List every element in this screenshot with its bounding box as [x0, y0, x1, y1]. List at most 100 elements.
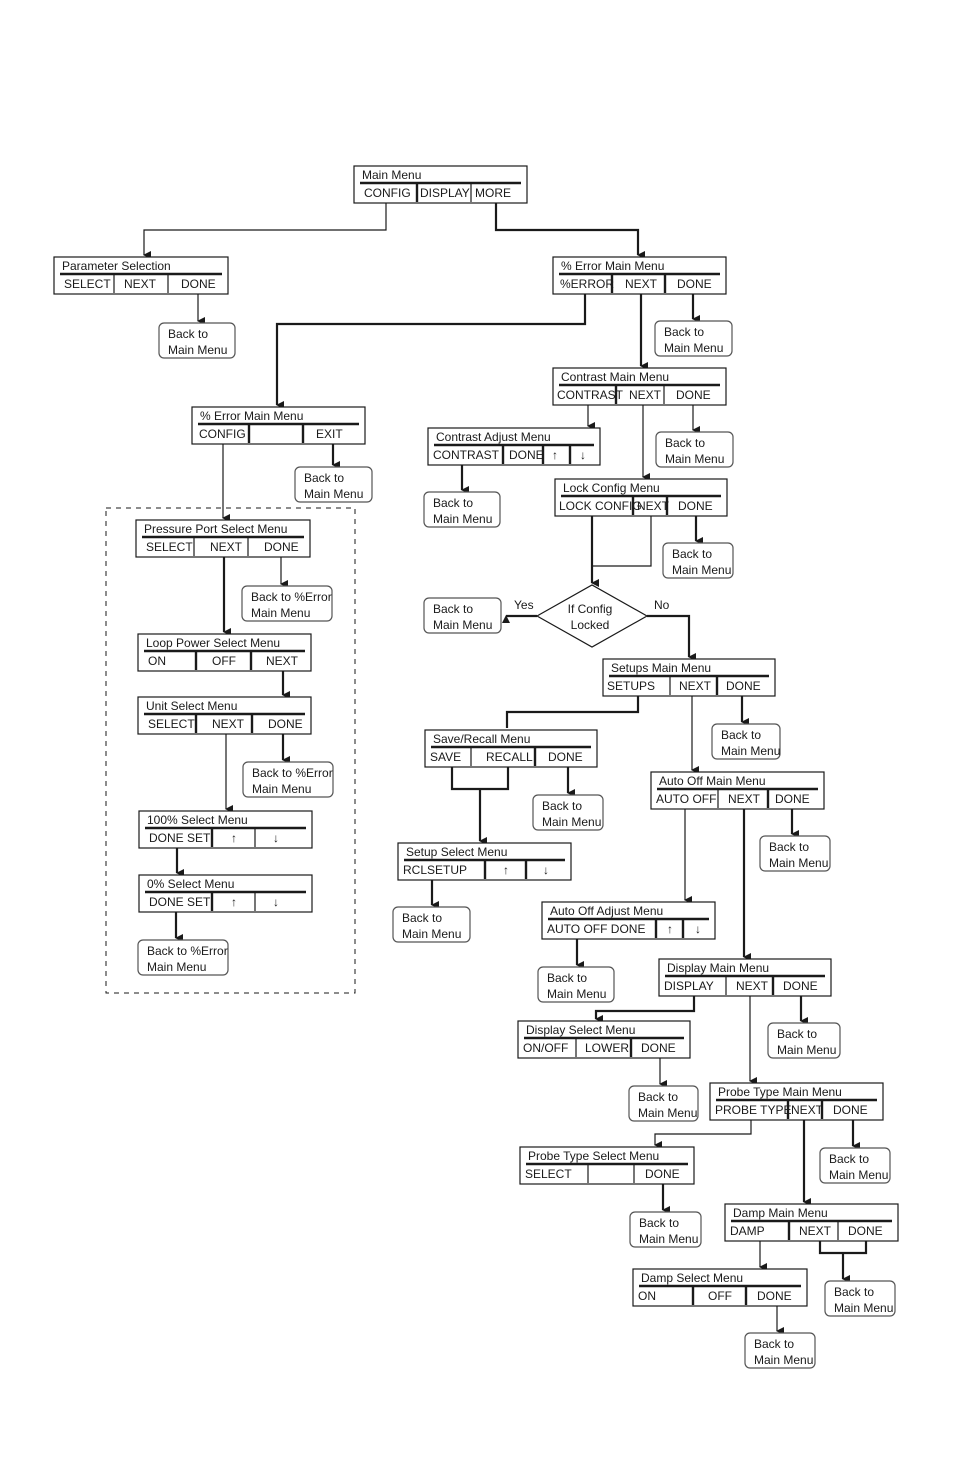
menu-option[interactable]: DONE	[757, 1289, 792, 1303]
menu-option[interactable]: SELECT	[525, 1167, 572, 1181]
connector-line	[450, 767, 510, 791]
menu-option[interactable]: RCLSETUP	[403, 863, 467, 877]
back-to-error-menu[interactable]: Back to %Error Main Menu	[241, 585, 333, 622]
menu-option[interactable]: DONE	[783, 979, 818, 993]
menu-option[interactable]: NEXT	[736, 979, 769, 993]
menu-option[interactable]: PROBE TYPE	[715, 1103, 791, 1117]
menu-option[interactable]: NEXT	[728, 792, 761, 806]
menu-option[interactable]: ↓	[543, 863, 549, 877]
back-to-main-menu[interactable]: Back to Main Menu	[423, 491, 501, 528]
back-label-line2: Main Menu	[547, 987, 606, 1001]
menu-option[interactable]: OFF	[708, 1289, 732, 1303]
menu-option[interactable]: ↑	[503, 863, 509, 877]
menu-option[interactable]: DONE SET	[149, 895, 211, 909]
back-to-main-menu[interactable]: Back to Main Menu	[662, 542, 734, 579]
back-to-main-menu[interactable]: Back to Main Menu	[767, 1022, 841, 1059]
menu-option[interactable]: ↑	[667, 922, 673, 936]
menu-option[interactable]: CONTRAST	[433, 448, 500, 462]
menu-title: Damp Select Menu	[641, 1271, 743, 1285]
menu-option[interactable]: NEXT	[629, 388, 662, 402]
menu-option[interactable]: RECALL	[486, 750, 533, 764]
menu-title: Display Select Menu	[526, 1023, 635, 1037]
menu-option[interactable]: SELECT	[148, 717, 195, 731]
menu-option[interactable]: ↓	[273, 895, 279, 909]
menu-option[interactable]: DONE	[645, 1167, 680, 1181]
menu-option[interactable]: ON	[638, 1289, 656, 1303]
back-to-main-menu[interactable]: Back to Main Menu	[744, 1332, 816, 1369]
menu-option[interactable]: ↓	[580, 448, 586, 462]
menu-option[interactable]: DONE	[775, 792, 810, 806]
menu-option[interactable]: DONE	[848, 1224, 883, 1238]
menu-option[interactable]: AUTO OFF	[656, 792, 716, 806]
menu-option[interactable]: DONE	[677, 277, 712, 291]
menu-option[interactable]: DONE	[548, 750, 583, 764]
menu-option[interactable]: DONE	[676, 388, 711, 402]
menu-option[interactable]: NEXT	[625, 277, 658, 291]
menu-title: Setups Main Menu	[611, 661, 711, 675]
back-to-main-menu[interactable]: Back to Main Menu	[294, 466, 373, 503]
menu-option[interactable]: NEXT	[124, 277, 157, 291]
menu-option[interactable]: DONE	[264, 540, 299, 554]
menu-option[interactable]: DISPLAY	[664, 979, 714, 993]
menu-box-main: Main Menu CONFIG DISPLAY MORE	[353, 165, 528, 204]
back-to-main-menu[interactable]: Back to Main Menu	[423, 597, 502, 634]
menu-option[interactable]: CONFIG	[364, 186, 411, 200]
menu-option[interactable]: ↑	[231, 895, 237, 909]
menu-option[interactable]: ON/OFF	[523, 1041, 568, 1055]
menu-box-p100: 100% Select Menu DONE SET ↑ ↓	[138, 810, 313, 849]
menu-option[interactable]: OFF	[212, 654, 236, 668]
menu-option[interactable]: NEXT	[210, 540, 243, 554]
menu-option[interactable]: AUTO OFF DONE	[547, 922, 645, 936]
back-to-main-menu[interactable]: Back to Main Menu	[655, 431, 734, 468]
back-to-main-menu[interactable]: Back to Main Menu	[158, 322, 236, 359]
menu-option[interactable]: ↑	[552, 448, 558, 462]
menu-option[interactable]: NEXT	[679, 679, 712, 693]
menu-option[interactable]: LOWER	[585, 1041, 629, 1055]
menu-option[interactable]: DONE	[509, 448, 544, 462]
menu-option[interactable]: CONFIG	[199, 427, 246, 441]
menu-option[interactable]: EXIT	[316, 427, 343, 441]
menu-option[interactable]: NEXT	[791, 1103, 824, 1117]
menu-option[interactable]: DONE	[268, 717, 303, 731]
back-to-main-menu[interactable]: Back to Main Menu	[532, 794, 604, 831]
back-to-main-menu[interactable]: Back to Main Menu	[628, 1085, 699, 1122]
menu-option[interactable]: MORE	[475, 186, 511, 200]
menu-option[interactable]: DAMP	[730, 1224, 765, 1238]
menu-option[interactable]: DONE	[833, 1103, 868, 1117]
back-to-main-menu[interactable]: Back to Main Menu	[759, 835, 831, 872]
menu-option[interactable]: NEXT	[799, 1224, 832, 1238]
menu-option[interactable]: NEXT	[212, 717, 245, 731]
menu-option[interactable]: ↓	[273, 831, 279, 845]
back-to-main-menu[interactable]: Back to Main Menu	[629, 1211, 702, 1248]
back-to-main-menu[interactable]: Back to Main Menu	[711, 723, 781, 760]
back-to-main-menu[interactable]: Back to Main Menu	[654, 320, 733, 357]
menu-option[interactable]: ↓	[695, 922, 701, 936]
menu-option[interactable]: DONE	[181, 277, 216, 291]
menu-option[interactable]: DISPLAY	[420, 186, 470, 200]
menu-title: Probe Type Main Menu	[718, 1085, 842, 1099]
menu-option[interactable]: ON	[148, 654, 166, 668]
menu-option[interactable]: SELECT	[146, 540, 193, 554]
menu-option[interactable]: DONE	[678, 499, 713, 513]
menu-option[interactable]: DONE SET	[149, 831, 211, 845]
menu-option[interactable]: CONTRAST	[557, 388, 624, 402]
menu-option[interactable]: NEXT	[266, 654, 299, 668]
back-to-error-menu[interactable]: Back to %Error Main Menu	[242, 761, 334, 798]
back-to-main-menu[interactable]: Back to Main Menu	[392, 906, 471, 943]
back-to-main-menu[interactable]: Back to Main Menu	[537, 966, 615, 1003]
menu-option[interactable]: NEXT	[637, 499, 670, 513]
menu-option[interactable]: SELECT	[64, 277, 111, 291]
menu-option[interactable]: SETUPS	[607, 679, 655, 693]
menu-title: Probe Type Select Menu	[528, 1149, 659, 1163]
menu-option[interactable]: DONE	[641, 1041, 676, 1055]
menu-option[interactable]: LOCK CONFIG	[559, 499, 642, 513]
menu-option[interactable]: SAVE	[430, 750, 461, 764]
back-to-main-menu[interactable]: Back to Main Menu	[824, 1280, 896, 1317]
menu-option[interactable]: ↑	[231, 831, 237, 845]
back-label-line2: Main Menu	[664, 341, 723, 355]
menu-option[interactable]: DONE	[726, 679, 761, 693]
connector-line	[592, 516, 652, 567]
back-to-main-menu[interactable]: Back to Main Menu	[819, 1147, 891, 1184]
back-to-error-menu[interactable]: Back to %Error Main Menu	[137, 939, 229, 976]
menu-option[interactable]: %ERROR	[560, 277, 614, 291]
